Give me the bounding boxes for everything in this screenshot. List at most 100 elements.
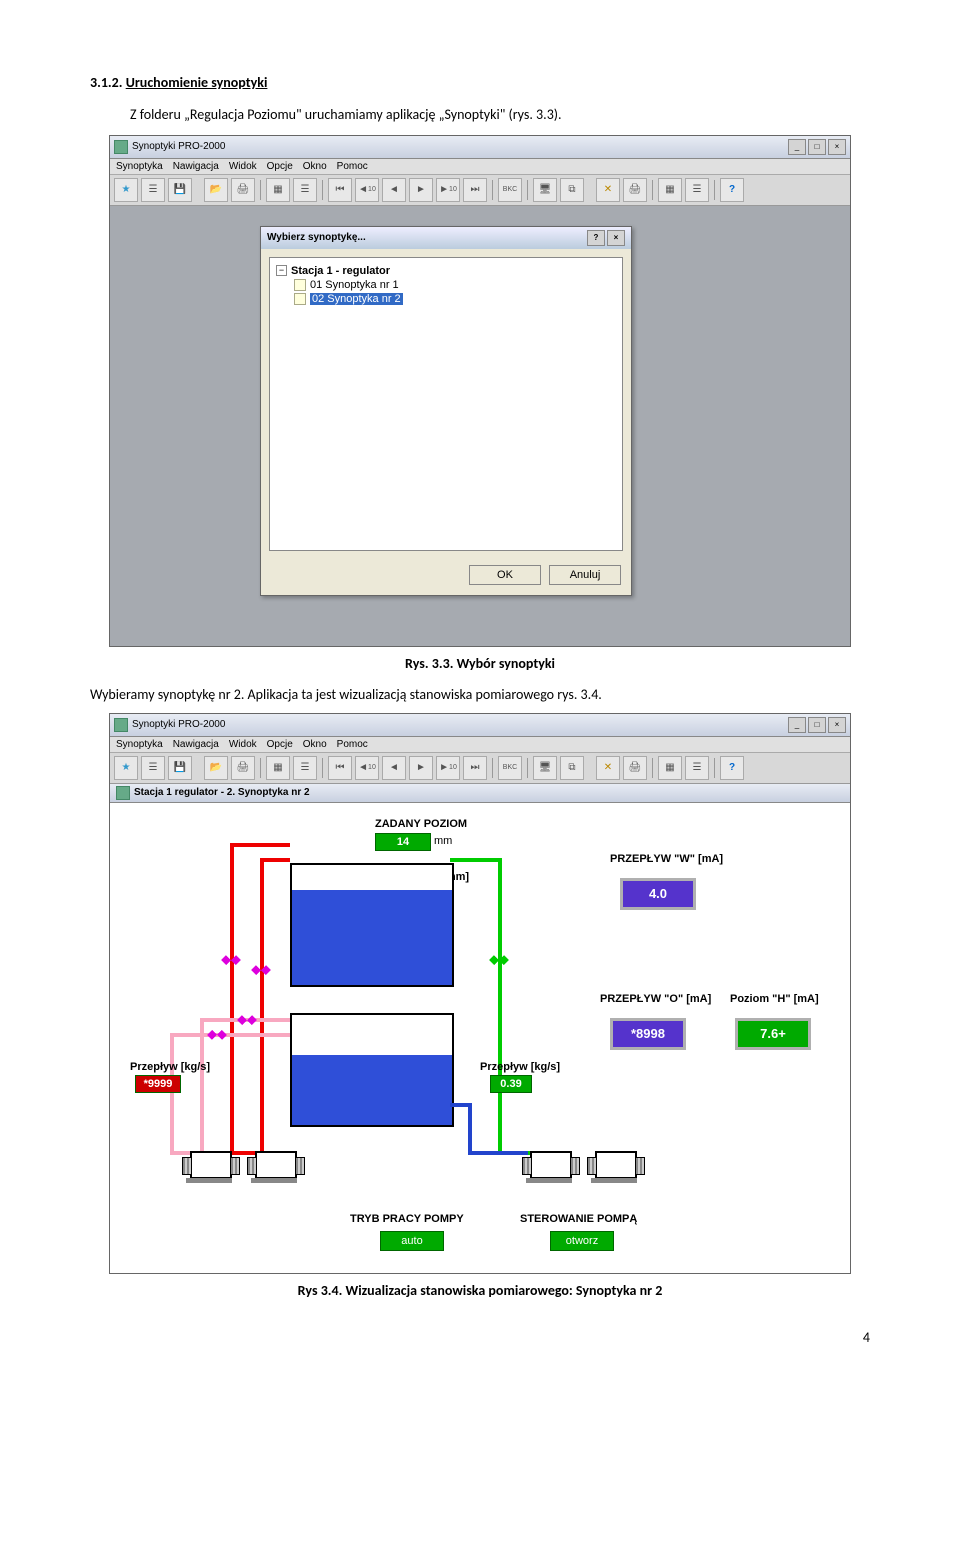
toolbar-next-icon[interactable] (409, 756, 433, 780)
toolbar-print2-icon[interactable] (623, 178, 647, 202)
toolbar-prev-icon[interactable] (382, 178, 406, 202)
upper-tank (290, 863, 454, 987)
valve-red-2 (254, 963, 268, 977)
toolbar-grid-icon[interactable] (266, 178, 290, 202)
tree-view[interactable]: − Stacja 1 - regulator 01 Synoptyka nr 1… (269, 257, 623, 551)
toolbar-print-icon[interactable] (231, 756, 255, 780)
pipe-blue (468, 1103, 472, 1153)
menubar-2: Synoptyka Nawigacja Widok Opcje Okno Pom… (110, 737, 850, 753)
select-synoptic-dialog: Wybierz synoptykę... ? × − Stacja 1 - re… (260, 226, 632, 596)
toolbar-layout-icon[interactable] (658, 178, 682, 202)
toolbar-star-icon[interactable] (114, 756, 138, 780)
toolbar-next-icon[interactable] (409, 178, 433, 202)
toolbar-list-icon[interactable] (141, 178, 165, 202)
toolbar-help-icon[interactable] (720, 178, 744, 202)
toolbar-copy-icon[interactable] (560, 756, 584, 780)
toolbar-props-icon[interactable] (685, 178, 709, 202)
tryb-pracy-button[interactable]: auto (380, 1231, 444, 1251)
pipe-red (230, 843, 234, 1153)
toolbar-print2-icon[interactable] (623, 756, 647, 780)
toolbar-star-icon[interactable] (114, 178, 138, 202)
przeplyw-kgs-2-label: Przepływ [kg/s] (480, 1061, 560, 1073)
valve-green (492, 953, 506, 967)
doc-icon (294, 293, 306, 305)
pipe-red (260, 858, 264, 1153)
toolbar-prev10-icon[interactable]: 10 (355, 178, 379, 202)
pipe-red (260, 858, 290, 862)
menu-synoptyka[interactable]: Synoptyka (116, 161, 163, 172)
toolbar-list2-icon[interactable] (293, 178, 317, 202)
sub-title: Stacja 1 regulator - 2. Synoptyka nr 2 (134, 787, 310, 798)
close-button[interactable]: × (828, 717, 846, 733)
menu-nawigacja[interactable]: Nawigacja (173, 161, 219, 172)
toolbar-screen-icon[interactable] (533, 756, 557, 780)
toolbar-layout-icon[interactable] (658, 756, 682, 780)
section-number: 3.1.2. (90, 74, 123, 91)
pump-left-2 (245, 1143, 305, 1183)
menu-widok[interactable]: Widok (229, 161, 257, 172)
fig1-caption: Rys. 3.3. Wybór synoptyki (90, 655, 870, 672)
tree-root-label: Stacja 1 - regulator (291, 265, 390, 277)
menu-okno[interactable]: Okno (303, 161, 327, 172)
przeplyw-w-value: 4.0 (620, 878, 696, 910)
toolbar-next10-icon[interactable]: 10 (436, 178, 460, 202)
toolbar-last-icon[interactable] (463, 756, 487, 780)
toolbar-first-icon[interactable] (328, 178, 352, 202)
canvas-area: Wybierz synoptykę... ? × − Stacja 1 - re… (110, 206, 850, 646)
cancel-button[interactable]: Anuluj (549, 565, 621, 585)
menu-opcje[interactable]: Opcje (267, 161, 293, 172)
pipe-pink (170, 1033, 174, 1153)
menu-synoptyka[interactable]: Synoptyka (116, 739, 163, 750)
menu-okno[interactable]: Okno (303, 739, 327, 750)
menu-pomoc[interactable]: Pomoc (337, 739, 368, 750)
minimize-button[interactable]: _ (788, 717, 806, 733)
toolbar-first-icon[interactable] (328, 756, 352, 780)
toolbar-list2-icon[interactable] (293, 756, 317, 780)
toolbar-open-icon[interactable] (204, 756, 228, 780)
toolbar-tools-icon[interactable] (596, 756, 620, 780)
zadany-poziom-value[interactable]: 14 (375, 833, 431, 851)
tree-item-1[interactable]: 01 Synoptyka nr 1 (292, 278, 618, 292)
toolbar-grid-icon[interactable] (266, 756, 290, 780)
collapse-icon[interactable]: − (276, 265, 287, 276)
maximize-button[interactable]: □ (808, 717, 826, 733)
toolbar-list-icon[interactable] (141, 756, 165, 780)
przeplyw-o-value: *8998 (610, 1018, 686, 1050)
toolbar-next10-icon[interactable]: 10 (436, 756, 460, 780)
toolbar-screen-icon[interactable] (533, 178, 557, 202)
toolbar-2: 10 10 BKC (110, 753, 850, 784)
dialog-close-button[interactable]: × (607, 230, 625, 246)
menu-pomoc[interactable]: Pomoc (337, 161, 368, 172)
toolbar-prev10-icon[interactable]: 10 (355, 756, 379, 780)
menu-opcje[interactable]: Opcje (267, 739, 293, 750)
toolbar-prev-icon[interactable] (382, 756, 406, 780)
toolbar-bkc-icon[interactable]: BKC (498, 756, 522, 780)
maximize-button[interactable]: □ (808, 139, 826, 155)
toolbar-help-icon[interactable] (720, 756, 744, 780)
toolbar-print-icon[interactable] (231, 178, 255, 202)
tree-root[interactable]: − Stacja 1 - regulator (274, 264, 618, 278)
toolbar-tools-icon[interactable] (596, 178, 620, 202)
toolbar-save-icon[interactable] (168, 756, 192, 780)
sterowanie-label: STEROWANIE POMPĄ (520, 1213, 637, 1225)
toolbar-last-icon[interactable] (463, 178, 487, 202)
menu-widok[interactable]: Widok (229, 739, 257, 750)
minimize-button[interactable]: _ (788, 139, 806, 155)
section-title: Uruchomienie synoptyki (126, 74, 268, 91)
tree-item-2[interactable]: 02 Synoptyka nr 2 (292, 292, 618, 306)
toolbar-props-icon[interactable] (685, 756, 709, 780)
ok-button[interactable]: OK (469, 565, 541, 585)
doc-icon (294, 279, 306, 291)
close-button[interactable]: × (828, 139, 846, 155)
toolbar-copy-icon[interactable] (560, 178, 584, 202)
dialog-help-button[interactable]: ? (587, 230, 605, 246)
body-para-2: Wybieramy synoptykę nr 2. Aplikacja ta j… (90, 686, 870, 703)
menu-nawigacja[interactable]: Nawigacja (173, 739, 219, 750)
body-para-1: Z folderu „Regulacja Poziomu" uruchamiam… (90, 105, 870, 125)
toolbar-open-icon[interactable] (204, 178, 228, 202)
sterowanie-button[interactable]: otworz (550, 1231, 614, 1251)
toolbar-bkc-icon[interactable]: BKC (498, 178, 522, 202)
app-window-fig2: Synoptyki PRO-2000 _ □ × Synoptyka Nawig… (109, 713, 851, 1274)
toolbar-save-icon[interactable] (168, 178, 192, 202)
toolbar: 10 10 BKC (110, 175, 850, 206)
